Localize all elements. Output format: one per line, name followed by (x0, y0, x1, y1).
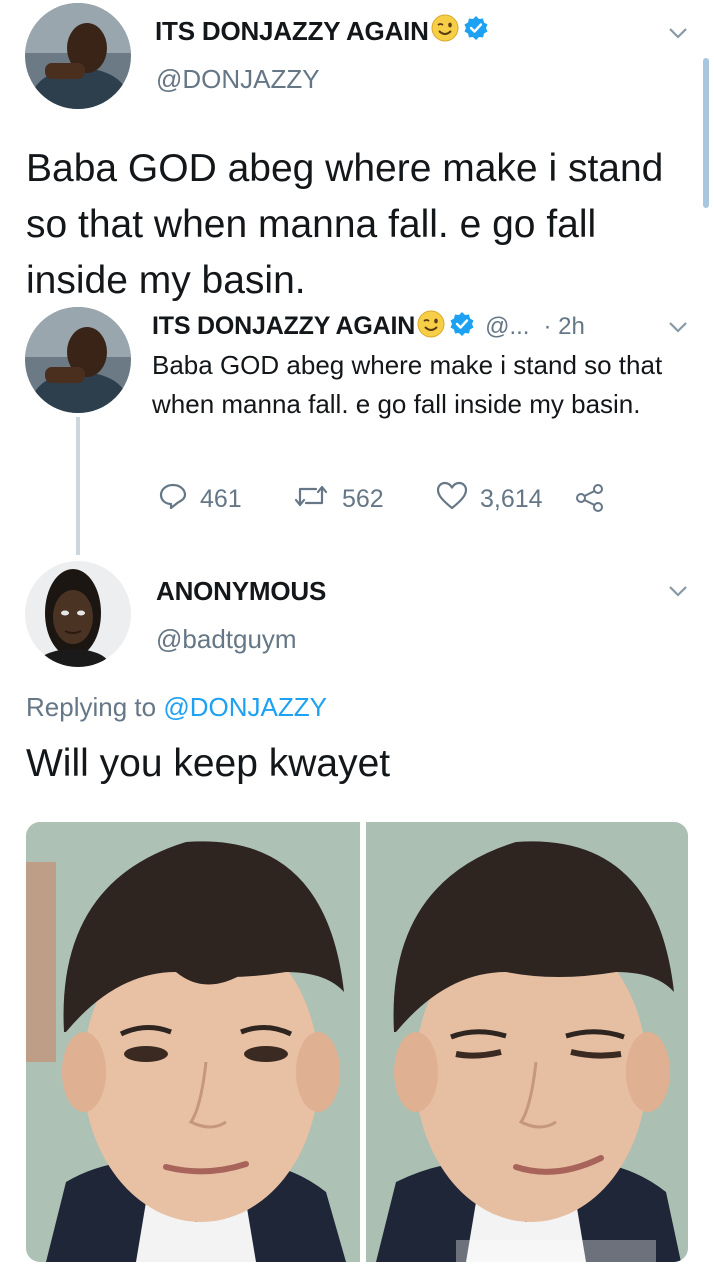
attached-photo-left[interactable] (26, 822, 360, 1262)
reply-icon (158, 481, 188, 518)
quoted-tweet-header: ITS DONJAZZY AGAIN @... · 2h (152, 310, 585, 343)
avatar-anonymous[interactable] (25, 561, 131, 667)
reply-author-handle[interactable]: @badtguym (156, 624, 297, 655)
like-action[interactable]: 3,614 (436, 481, 543, 518)
retweet-action[interactable]: 562 (292, 481, 384, 518)
like-count: 3,614 (480, 485, 543, 513)
verified-badge-icon (463, 15, 489, 48)
chevron-down-icon[interactable] (668, 26, 688, 45)
quoted-timestamp[interactable]: · 2h (543, 313, 584, 341)
replying-to-label: Replying to (26, 692, 157, 722)
scrollbar-thumb[interactable] (703, 58, 709, 208)
reply-author-name[interactable]: ANONYMOUS (156, 576, 326, 607)
retweet-count: 562 (342, 485, 384, 513)
quoted-author-name[interactable]: ITS DONJAZZY AGAIN (152, 312, 415, 341)
reply-count: 461 (200, 485, 242, 513)
main-author-handle[interactable]: @DONJAZZY (156, 64, 320, 95)
avatar-donjazzy[interactable] (25, 3, 131, 109)
share-icon[interactable] (574, 483, 606, 518)
main-author-name-text: ITS DONJAZZY AGAIN (155, 16, 429, 46)
verified-badge-icon (449, 311, 475, 342)
avatar-donjazzy-quoted[interactable] (25, 307, 131, 413)
main-author-name[interactable]: ITS DONJAZZY AGAIN (155, 14, 489, 49)
replying-to-handle[interactable]: @DONJAZZY (163, 692, 327, 722)
winking-face-emoji (417, 310, 445, 343)
thread-line (76, 417, 80, 555)
chevron-down-icon[interactable] (668, 584, 688, 603)
retweet-icon (292, 481, 330, 518)
reply-tweet-text: Will you keep kwayet (26, 742, 391, 785)
reply-action[interactable]: 461 (158, 481, 242, 518)
main-tweet-text: Baba GOD abeg where make i stand so that… (26, 147, 664, 302)
like-icon (436, 481, 468, 518)
quoted-handle-truncated[interactable]: @... (485, 313, 529, 341)
chevron-down-icon[interactable] (668, 320, 688, 339)
attached-photo-right[interactable] (366, 822, 688, 1262)
replying-to-line: Replying to @DONJAZZY (26, 692, 327, 723)
quoted-tweet-text: Baba GOD abeg where make i stand so that… (152, 350, 663, 419)
winking-face-emoji (431, 14, 459, 49)
